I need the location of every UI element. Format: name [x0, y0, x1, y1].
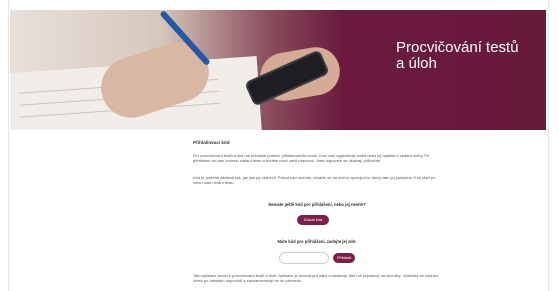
page-title: Procvičování testů a úloh — [396, 39, 519, 72]
enter-code-prompt: Máte kód pro přihlášení, zadejte jej zde… — [277, 239, 357, 244]
get-code-prompt: Nemáte ještě kód pro přihlášení, nebo je… — [268, 202, 366, 207]
hero-banner: Procvičování testů a úloh — [10, 10, 546, 130]
login-button[interactable]: Přihlásit — [333, 253, 355, 263]
intro-paragraph-1: Pro procvičování testů a úloh se přihlas… — [193, 153, 430, 164]
info-paragraph: Tato aplikace slouží k procvičování test… — [193, 273, 439, 284]
intro-paragraph-2: Kód je potřeba zadávat tak, jak jste jej… — [193, 175, 436, 186]
login-code-input[interactable] — [279, 252, 329, 264]
get-code-button[interactable]: Získat kód — [297, 215, 329, 225]
section-title: Přihlašovací kód — [193, 140, 230, 145]
